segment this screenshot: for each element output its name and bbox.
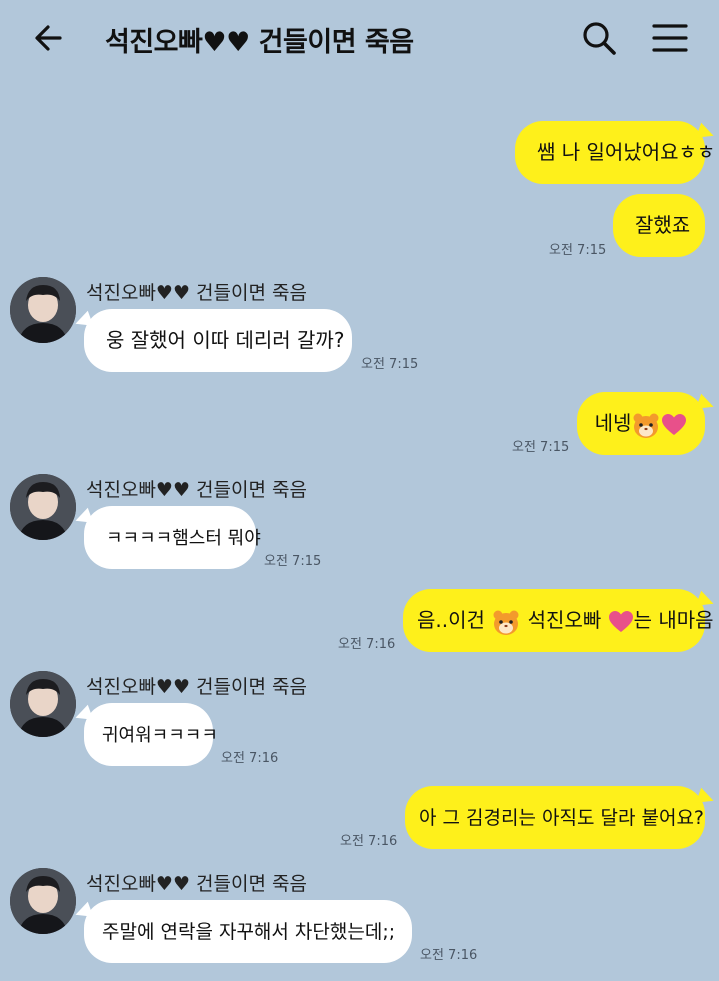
received-message-bubble[interactable]: 귀여워ㅋㅋㅋㅋ [84,703,218,766]
avatar[interactable] [10,277,76,343]
sent-message-bubble[interactable]: 아 그 김경리는 아직도 달라 붙어요? [405,786,705,849]
message-text: 웅 잘했어 이따 데리러 갈까? [106,328,345,352]
sent-message-bubble[interactable]: 네넹 [577,392,705,455]
message-text: 는 내마음 [633,608,714,632]
avatar-image [10,868,76,934]
message-text: 네넹 [594,411,632,435]
message-text: 주말에 연락을 자꾸해서 차단했는데;; [102,921,396,943]
back-arrow-icon [35,25,62,51]
back-button[interactable] [30,20,70,56]
sender-name: 석진오빠♥♥ 건들이면 죽음 [86,873,307,895]
chat-title: 석진오빠♥♥ 건들이면 죽음 [105,27,414,58]
menu-button[interactable] [650,18,690,58]
heart-emoji [662,413,687,435]
received-message-bubble[interactable]: 웅 잘했어 이따 데리러 갈까? [84,309,352,372]
avatar-image [10,474,76,540]
message-time: 오전 7:16 [338,637,396,652]
message-time: 오전 7:15 [264,554,322,569]
sent-message-bubble[interactable]: 음..이건 석진오빠 는 내마음 [403,589,714,652]
avatar[interactable] [10,671,76,737]
message-time: 오전 7:16 [221,751,279,766]
message-text: 석진오빠 [527,608,602,632]
search-button[interactable] [579,18,619,58]
chat-header: 석진오빠♥♥ 건들이면 죽음 [0,0,719,78]
message-time: 오전 7:15 [361,357,419,372]
avatar-image [10,277,76,343]
chat-screen: 석진오빠♥♥ 건들이면 죽음 쌤 나 일어났어요ㅎㅎ 잘했죠 오전 7:15 석… [0,0,719,981]
hamster-emoji [493,610,519,635]
message-text: ㅋㅋㅋㅋ햄스터 뭐야 [106,528,261,549]
message-text: 쌤 나 일어났어요ㅎㅎ [537,140,716,164]
sender-name: 석진오빠♥♥ 건들이면 죽음 [86,676,307,698]
avatar[interactable] [10,868,76,934]
heart-emoji [608,610,633,632]
search-icon [583,22,616,55]
sent-message-bubble[interactable]: 쌤 나 일어났어요ㅎㅎ [515,121,715,184]
avatar[interactable] [10,474,76,540]
sent-message-bubble[interactable]: 잘했죠 [613,194,705,257]
sender-name: 석진오빠♥♥ 건들이면 죽음 [86,479,307,501]
message-time: 오전 7:16 [340,834,398,849]
message-time: 오전 7:15 [512,440,570,455]
avatar-image [10,671,76,737]
sender-name: 석진오빠♥♥ 건들이면 죽음 [86,282,307,304]
menu-icon [652,24,688,52]
message-text: 아 그 김경리는 아직도 달라 붙어요? [419,807,705,829]
message-time: 오전 7:16 [420,948,478,963]
message-text: 귀여워ㅋㅋㅋㅋ [102,725,218,746]
message-text: 음..이건 [417,608,485,632]
message-time: 오전 7:15 [549,243,607,258]
hamster-emoji [633,413,659,438]
received-message-bubble[interactable]: 주말에 연락을 자꾸해서 차단했는데;; [84,900,412,963]
received-message-bubble[interactable]: ㅋㅋㅋㅋ햄스터 뭐야 [84,506,261,569]
message-text: 잘했죠 [635,213,691,237]
